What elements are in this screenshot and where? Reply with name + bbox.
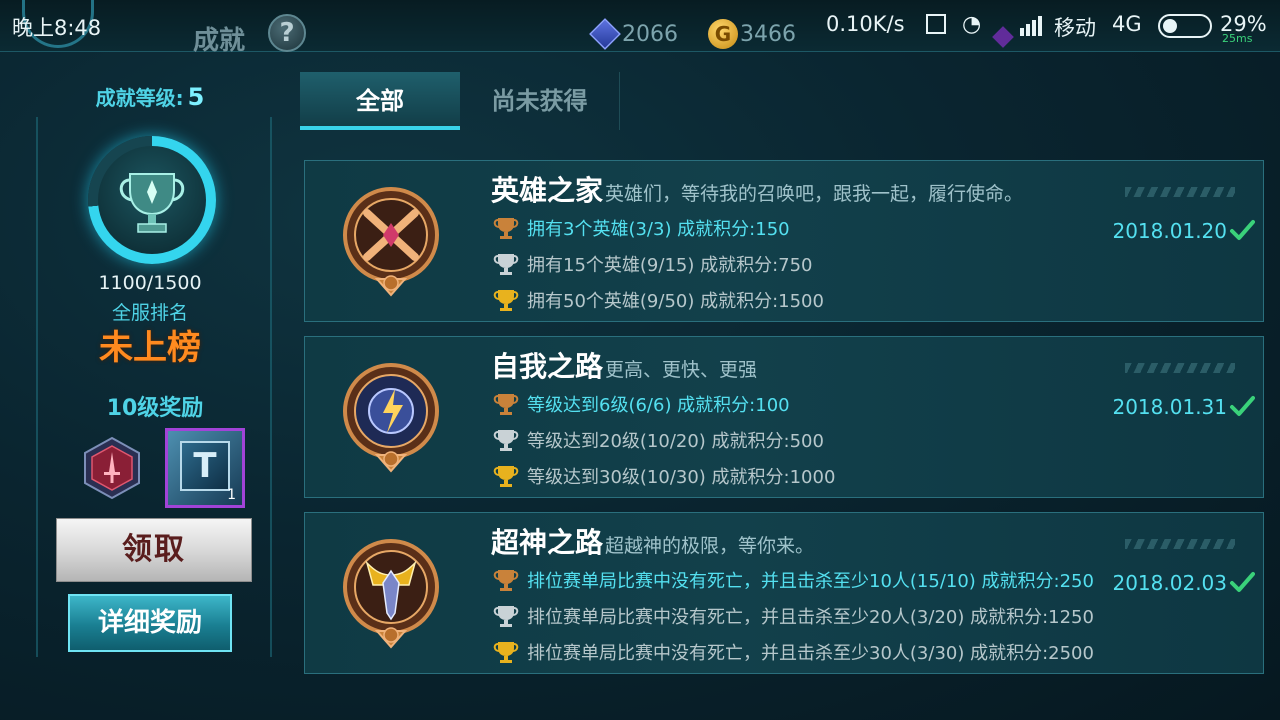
- battery-icon: [1158, 14, 1212, 38]
- bronze-cup-icon: [493, 218, 519, 239]
- achievement-card[interactable]: 英雄之家 英雄们，等待我的召唤吧，跟我一起，履行使命。 拥有3个英雄(3/3) 成…: [304, 160, 1264, 322]
- hero-home-medal-icon: [341, 183, 441, 303]
- achievement-title: 自我之路 更高、更快、更强: [491, 350, 758, 383]
- godlike-path-medal-icon: [341, 535, 441, 655]
- tier-row: 拥有15个英雄(9/15) 成就积分:750: [493, 249, 813, 279]
- checkmark-icon: [1230, 220, 1255, 240]
- sword-badge-icon[interactable]: [82, 436, 142, 500]
- tab-all[interactable]: 全部: [300, 72, 460, 130]
- achievement-level-panel: 成就等级: 5 1100/1500 全服排名 未上榜 10级奖励 T 1 领取 …: [0, 52, 300, 720]
- reward-details-button[interactable]: 详细奖励: [68, 594, 232, 652]
- achievement-description: 更高、更快、更强: [605, 359, 758, 381]
- tier-text: 排位赛单局比赛中没有死亡，并且击杀至少30人(3/30) 成就积分:2500: [527, 643, 1094, 664]
- diamond-balance: 2066: [589, 18, 678, 50]
- silver-cup-icon: [493, 606, 519, 627]
- checkmark-icon: [1230, 572, 1255, 592]
- achievement-card[interactable]: 自我之路 更高、更快、更强 等级达到6级(6/6) 成就积分:100 等级达到20…: [304, 336, 1264, 498]
- self-path-medal-icon: [341, 359, 441, 479]
- tab-not-obtained[interactable]: 尚未获得: [460, 72, 620, 130]
- tier-text: 等级达到20级(10/20) 成就积分:500: [527, 431, 824, 452]
- tier-row: 拥有3个英雄(3/3) 成就积分:150: [493, 213, 790, 243]
- level-value: 5: [187, 83, 205, 111]
- signal-icon: [1020, 14, 1042, 36]
- card-frame-icon[interactable]: T 1: [165, 428, 245, 508]
- gold-coin-icon: G: [708, 19, 738, 49]
- achievement-description: 超越神的极限，等你来。: [605, 535, 815, 557]
- reward-count: 1: [227, 487, 236, 503]
- level-label: 成就等级:: [95, 86, 184, 110]
- tier-row: 排位赛单局比赛中没有死亡，并且击杀至少20人(3/20) 成就积分:1250: [493, 601, 1094, 631]
- server-rank-value: 未上榜: [99, 328, 201, 368]
- card-glyph: T: [180, 441, 230, 491]
- screen-copy-icon: [926, 14, 946, 34]
- achievement-title: 超神之路 超越神的极限，等你来。: [491, 526, 815, 559]
- level-progress-ring: [88, 136, 216, 264]
- card-stripe: [1125, 187, 1235, 197]
- achievement-date: 2018.01.20: [1112, 219, 1227, 243]
- card-stripe: [1125, 363, 1235, 373]
- tier-text: 排位赛单局比赛中没有死亡，并且击杀至少10人(15/10) 成就积分:250: [527, 571, 1094, 592]
- gold-cup-icon: [493, 466, 519, 487]
- achievement-level: 成就等级: 5: [0, 82, 300, 111]
- bronze-cup-icon: [493, 394, 519, 415]
- tier-text: 拥有3个英雄(3/3) 成就积分:150: [527, 219, 790, 240]
- gold-cup-icon: [493, 290, 519, 311]
- achievement-date: 2018.01.31: [1112, 395, 1227, 419]
- tier-text: 等级达到30级(10/30) 成就积分:1000: [527, 467, 836, 488]
- tier-row: 等级达到30级(10/30) 成就积分:1000: [493, 461, 835, 491]
- tier-row: 拥有50个英雄(9/50) 成就积分:1500: [493, 285, 824, 315]
- wifi-icon: ◔: [962, 12, 982, 37]
- achievement-date: 2018.02.03: [1112, 571, 1227, 595]
- silver-cup-icon: [493, 430, 519, 451]
- network-type: 4G: [1112, 12, 1142, 36]
- gold-count: 3466: [740, 21, 796, 47]
- card-stripe: [1125, 539, 1235, 549]
- tier-text: 等级达到6级(6/6) 成就积分:100: [527, 395, 790, 416]
- claim-button[interactable]: 领取: [56, 518, 252, 582]
- carrier-name: 移动: [1054, 16, 1096, 40]
- diamond-count: 2066: [622, 21, 678, 47]
- filter-tabs: 全部 尚未获得: [300, 72, 620, 132]
- tier-row: 排位赛单局比赛中没有死亡，并且击杀至少10人(15/10) 成就积分:250: [493, 565, 1094, 595]
- trophy-icon: [98, 146, 206, 254]
- tier-row: 排位赛单局比赛中没有死亡，并且击杀至少30人(3/30) 成就积分:2500: [493, 637, 1094, 667]
- checkmark-icon: [1230, 396, 1255, 416]
- tier-row: 等级达到6级(6/6) 成就积分:100: [493, 389, 790, 419]
- reward-title: 10级奖励: [106, 396, 204, 421]
- network-speed: 0.10K/s: [826, 12, 905, 36]
- tier-text: 拥有15个英雄(9/15) 成就积分:750: [527, 255, 813, 276]
- gold-cup-icon: [493, 642, 519, 663]
- achievement-card[interactable]: 超神之路 超越神的极限，等你来。 排位赛单局比赛中没有死亡，并且击杀至少10人(1…: [304, 512, 1264, 674]
- achievement-list[interactable]: 英雄之家 英雄们，等待我的召唤吧，跟我一起，履行使命。 拥有3个英雄(3/3) 成…: [300, 160, 1268, 720]
- tier-text: 排位赛单局比赛中没有死亡，并且击杀至少20人(3/20) 成就积分:1250: [527, 607, 1094, 628]
- silver-cup-icon: [493, 254, 519, 275]
- level-progress-text: 1100/1500: [98, 272, 202, 294]
- achievement-title: 英雄之家 英雄们，等待我的召唤吧，跟我一起，履行使命。: [491, 174, 1024, 207]
- diamond-icon: [589, 18, 621, 50]
- gem-icon: [992, 26, 1014, 48]
- ping-readout: 25ms: [1222, 32, 1253, 45]
- achievement-description: 英雄们，等待我的召唤吧，跟我一起，履行使命。: [605, 183, 1024, 205]
- bronze-cup-icon: [493, 570, 519, 591]
- question-mark-icon[interactable]: ?: [268, 14, 306, 52]
- tier-row: 等级达到20级(10/20) 成就积分:500: [493, 425, 824, 455]
- gold-balance: G 3466: [708, 18, 796, 50]
- tier-text: 拥有50个英雄(9/50) 成就积分:1500: [527, 291, 824, 312]
- clock: 晚上8:48: [12, 16, 102, 40]
- status-bar: 晚上8:48 成就 ? 2066 G 3466 0.10K/s ◔ 移动 4G …: [0, 0, 1280, 56]
